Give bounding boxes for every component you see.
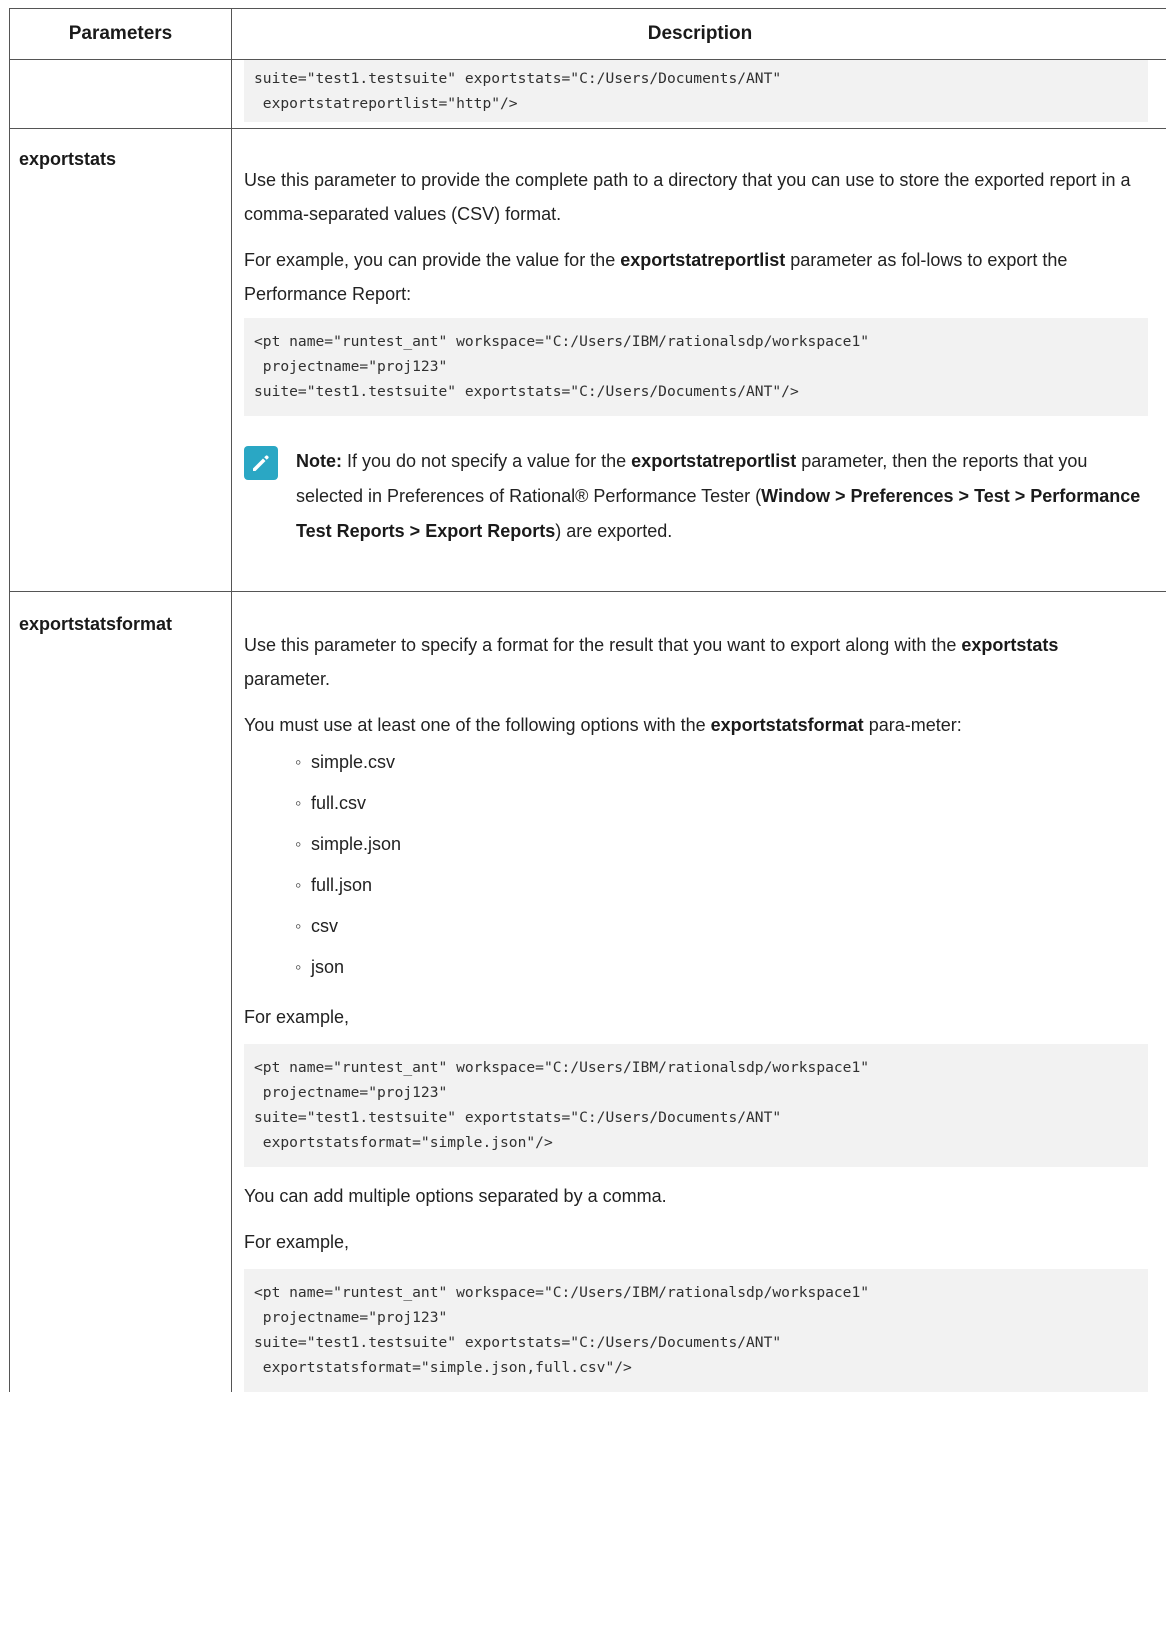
table-row-continuation: suite="test1.testsuite" exportstats="C:/… [9, 59, 1166, 129]
description-text: Use this parameter to provide the comple… [244, 170, 1131, 224]
param-reference: exportstatsformat [710, 715, 864, 735]
option-text: csv [311, 916, 338, 936]
description-cell: Use this parameter to provide the comple… [231, 128, 1166, 592]
option-text: full.csv [311, 793, 367, 813]
text-span: You must use at least one of the followi… [244, 715, 711, 735]
header-description: Description [231, 8, 1166, 60]
description-text: You can add multiple options separated b… [244, 1186, 667, 1206]
description-text: For example, you can provide the value f… [244, 243, 1148, 311]
bullet-icon: ◦ [295, 875, 302, 895]
table-header-row: Parameters Description [9, 8, 1166, 60]
options-list: ◦ simple.csv ◦ full.csv ◦ simple.json ◦ full… [244, 742, 1148, 988]
option-text: simple.json [311, 834, 402, 854]
option-text: json [311, 957, 345, 977]
list-item: ◦ full.csv [295, 783, 1148, 824]
note-block: Note: If you do not specify a value for … [244, 444, 1148, 549]
text-span: para-meter: [863, 715, 962, 735]
param-name-exportstatsformat: exportstatsformat [19, 614, 173, 634]
param-reference: exportstatreportlist [620, 250, 786, 270]
note-text: Note: If you do not specify a value for … [296, 444, 1148, 549]
list-item: ◦ json [295, 947, 1148, 988]
bullet-icon: ◦ [295, 793, 302, 813]
list-item: ◦ simple.json [295, 824, 1148, 865]
option-text: full.json [311, 875, 373, 895]
text-span: If you do not specify a value for the [342, 451, 632, 471]
description-cell: Use this parameter to specify a format f… [232, 592, 1166, 1392]
code-block: <pt name="runtest_ant" workspace="C:/Use… [244, 318, 1148, 416]
list-item: ◦ csv [295, 906, 1148, 947]
code-block: <pt name="runtest_ant" workspace="C:/Use… [244, 1044, 1148, 1167]
param-reference: exportstatreportlist [631, 451, 797, 471]
list-item: ◦ full.json [295, 865, 1148, 906]
description-text: For example, [244, 1007, 350, 1027]
pencil-icon [244, 446, 278, 480]
note-label: Note: [296, 451, 342, 471]
param-cell: exportstatsformat [9, 591, 232, 1392]
param-cell-empty [9, 59, 232, 129]
parameters-table-container: Parameters Description suite="test1.test… [9, 8, 1166, 1635]
text-span: For example, you can provide the value f… [244, 250, 621, 270]
header-parameters: Parameters [9, 8, 232, 60]
table-row-exportstatsformat: exportstatsformat Use this parameter to … [9, 591, 1166, 1392]
description-cell: suite="test1.testsuite" exportstats="C:/… [231, 59, 1166, 129]
bullet-icon: ◦ [295, 916, 302, 936]
text-span: Use this parameter to specify a format f… [244, 635, 962, 655]
param-cell: exportstats [9, 128, 232, 592]
code-block: <pt name="runtest_ant" workspace="C:/Use… [244, 1269, 1148, 1392]
description-text: For example, [244, 1232, 350, 1252]
bullet-icon: ◦ [295, 834, 302, 854]
description-text: You must use at least one of the followi… [244, 708, 1148, 742]
list-item: ◦ simple.csv [295, 742, 1148, 783]
table-row-exportstats: exportstats Use this parameter to provid… [9, 128, 1166, 592]
bullet-icon: ◦ [295, 957, 302, 977]
parameters-table: Parameters Description suite="test1.test… [9, 8, 1166, 1392]
description-text: Use this parameter to specify a format f… [244, 628, 1148, 696]
code-block: suite="test1.testsuite" exportstats="C:/… [244, 60, 1148, 122]
option-text: simple.csv [311, 752, 396, 772]
bullet-icon: ◦ [295, 752, 302, 772]
text-span: parameter. [244, 669, 331, 689]
text-span: ) are exported. [555, 521, 673, 541]
param-reference: exportstats [961, 635, 1059, 655]
param-name-exportstats: exportstats [19, 149, 117, 169]
